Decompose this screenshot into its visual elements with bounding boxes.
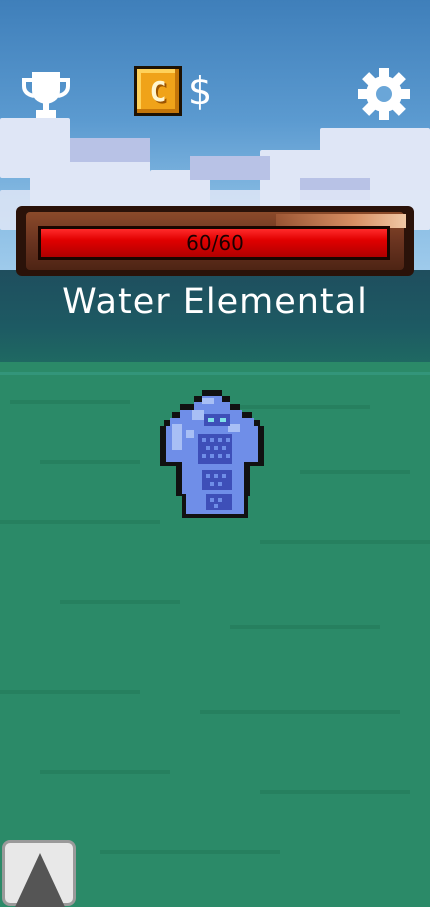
currency-symbol: $ xyxy=(188,69,213,113)
water-elemental-sprite[interactable] xyxy=(158,390,264,520)
currency-display[interactable]: C $ xyxy=(134,66,212,116)
coin-icon: C xyxy=(134,66,182,116)
gear-icon[interactable] xyxy=(356,66,412,122)
coin-letter: C xyxy=(149,74,167,108)
health-text: 60/60 xyxy=(186,231,244,255)
enemy-name: Water Elemental xyxy=(62,282,368,322)
up-arrow-icon xyxy=(15,853,65,907)
game-scene: C $ 60/60 Water Elemental xyxy=(0,0,430,907)
enemy-health-bar: 60/60 xyxy=(16,206,414,276)
trophy-icon[interactable] xyxy=(22,70,70,120)
up-button[interactable] xyxy=(2,840,76,907)
